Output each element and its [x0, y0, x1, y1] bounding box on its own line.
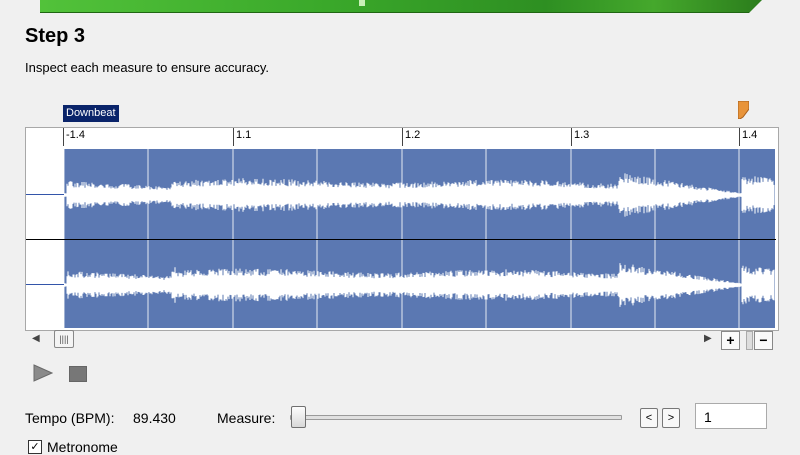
scroll-right-icon[interactable]: ▶ — [704, 333, 712, 344]
waveform-scrollbar[interactable]: ◀ |||| ▶ — [26, 330, 776, 350]
previous-measure-button[interactable]: < — [640, 408, 658, 428]
step-title: Step 3 — [25, 25, 86, 47]
step-description: Inspect each measure to ensure accuracy. — [25, 60, 269, 75]
ruler-label: 1.2 — [405, 129, 421, 141]
next-measure-button[interactable]: > — [662, 408, 680, 428]
waveform-channel — [64, 263, 775, 307]
ruler-label: 1.1 — [236, 129, 252, 141]
zoom-out-button[interactable]: − — [754, 331, 773, 350]
marker-flag-icon[interactable] — [738, 101, 749, 119]
metronome-label: Metronome — [47, 439, 118, 455]
ruler-label: 1.3 — [574, 129, 590, 141]
scroll-thumb-grip-icon[interactable]: |||| — [54, 330, 74, 348]
ruler-tick — [739, 128, 740, 146]
gutter-level-line — [26, 284, 64, 285]
banner-mark — [359, 0, 365, 6]
tempo-value: 89.430 — [133, 410, 176, 426]
waveform-channel — [64, 173, 775, 217]
ruler-tick — [571, 128, 572, 146]
zoom-in-button[interactable]: + — [721, 331, 740, 350]
tempo-label: Tempo (BPM): — [25, 410, 115, 426]
downbeat-marker[interactable]: Downbeat — [63, 105, 119, 122]
ruler-tick — [63, 128, 64, 146]
measure-slider-track[interactable] — [290, 415, 622, 420]
ruler-label: -1.4 — [66, 129, 85, 141]
measure-input[interactable]: 1 — [695, 403, 767, 429]
gutter-level-line — [26, 194, 64, 195]
zoom-divider — [746, 331, 753, 350]
ruler-label: 1.4 — [742, 129, 758, 141]
measure-slider-thumb[interactable] — [291, 406, 306, 428]
ruler-tick — [233, 128, 234, 146]
header-banner — [40, 0, 762, 13]
scroll-left-icon[interactable]: ◀ — [32, 333, 40, 344]
metronome-checkbox[interactable]: ✓ — [28, 440, 42, 454]
ruler-tick — [402, 128, 403, 146]
channel-divider — [26, 239, 776, 240]
measure-label: Measure: — [217, 410, 276, 426]
stop-icon[interactable] — [69, 366, 87, 382]
play-icon[interactable] — [33, 363, 53, 383]
